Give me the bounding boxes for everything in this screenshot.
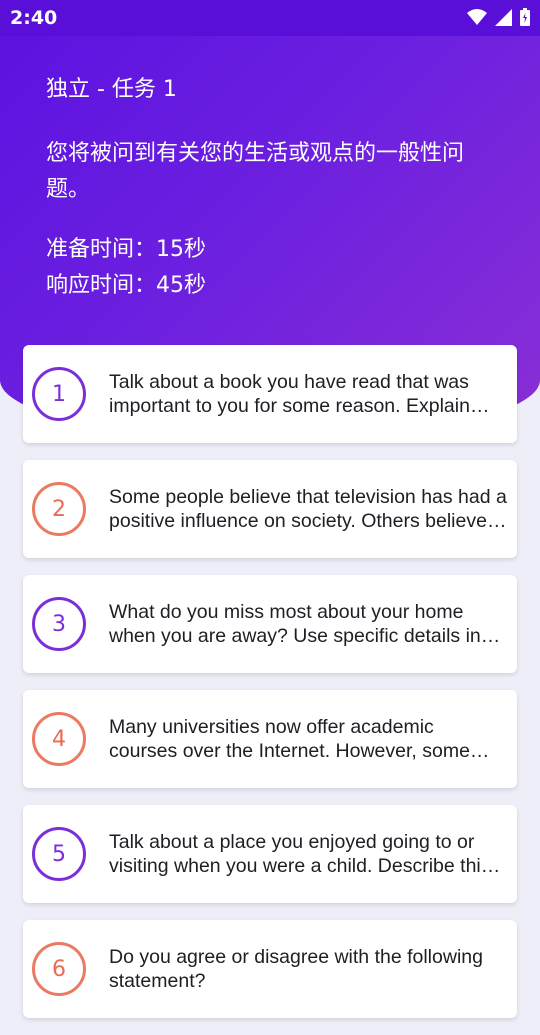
question-list: 1 Talk about a book you have read that w…: [23, 345, 517, 1035]
task-description: 您将被问到有关您的生活或观点的一般性问题。: [46, 141, 465, 202]
battery-icon: [520, 8, 530, 26]
question-text: Do you agree or disagree with the follow…: [109, 945, 483, 993]
question-text: What do you miss most about your home wh…: [109, 600, 481, 648]
cellular-signal-icon: [495, 8, 512, 26]
prep-time: 准备时间：15秒: [46, 237, 206, 262]
question-text: Talk about a book you have read that was…: [109, 370, 470, 418]
question-card-6[interactable]: 6 Do you agree or disagree with the foll…: [23, 920, 517, 1018]
question-text: Many universities now offer academic cou…: [109, 715, 470, 763]
question-card-4[interactable]: 4 Many universities now offer academic c…: [23, 690, 517, 788]
question-text: Talk about a place you enjoyed going to …: [109, 830, 491, 878]
status-time: 2:40: [10, 7, 58, 29]
question-card-5[interactable]: 5 Talk about a place you enjoyed going t…: [23, 805, 517, 903]
status-bar: 2:40: [0, 0, 540, 36]
question-number-badge: 3: [32, 597, 86, 651]
question-number-badge: 6: [32, 942, 86, 996]
response-time: 响应时间：45秒: [46, 273, 206, 298]
question-number-badge: 5: [32, 827, 86, 881]
question-number-badge: 2: [32, 482, 86, 536]
question-number-badge: 4: [32, 712, 86, 766]
status-icons: [467, 8, 530, 26]
question-number-badge: 1: [32, 367, 86, 421]
wifi-icon: [467, 9, 487, 25]
question-card-2[interactable]: 2 Some people believe that television ha…: [23, 460, 517, 558]
question-text: Some people believe that television has …: [109, 485, 507, 533]
task-title: 独立 - 任务 1: [46, 77, 177, 102]
question-card-3[interactable]: 3 What do you miss most about your home …: [23, 575, 517, 673]
task-intro: 独立 - 任务 1 您将被问到有关您的生活或观点的一般性问题。 准备时间：15秒…: [46, 74, 506, 304]
question-card-1[interactable]: 1 Talk about a book you have read that w…: [23, 345, 517, 443]
